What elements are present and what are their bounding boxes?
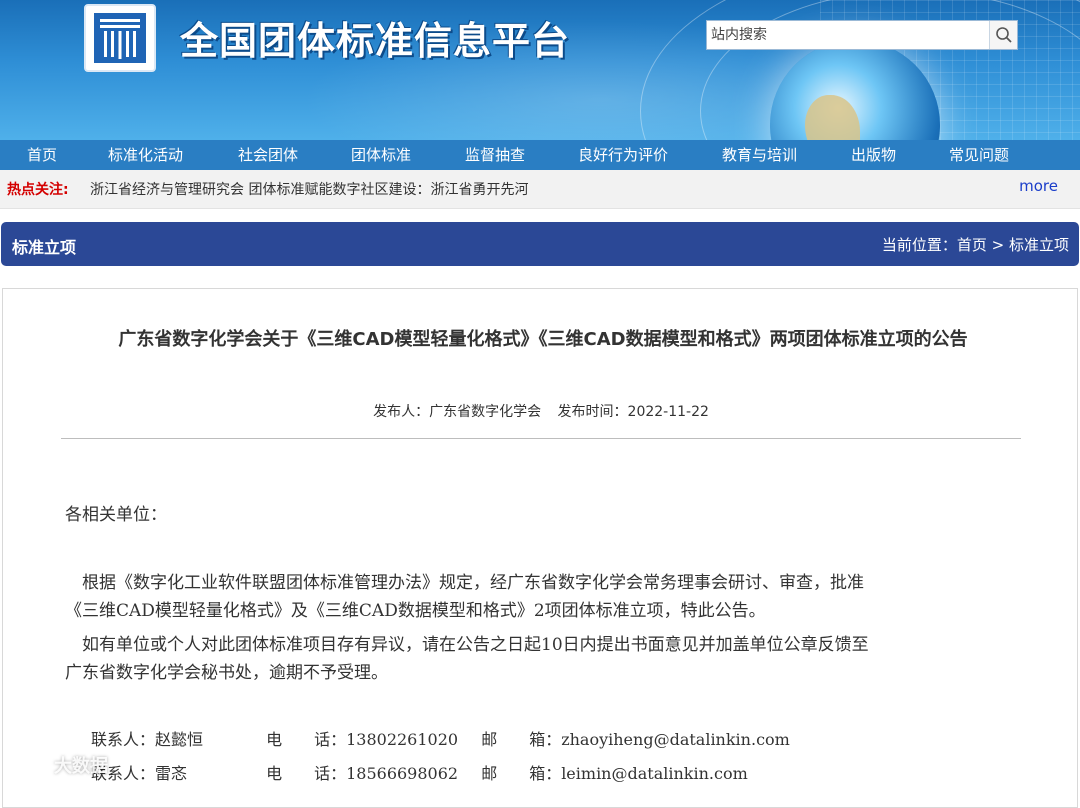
wechat-logo-icon xyxy=(10,755,46,775)
search-box xyxy=(706,20,1018,50)
main-nav: 首页 标准化活动 社会团体 团体标准 监督抽查 良好行为评价 教育与培训 出版物… xyxy=(0,140,1080,170)
hot-topic-link[interactable]: 浙江省经济与管理研究会 团体标准赋能数字社区建设：浙江省勇开先河 xyxy=(90,179,528,199)
divider xyxy=(61,438,1021,439)
search-button[interactable] xyxy=(989,21,1017,49)
contact-email[interactable]: 邮 箱：leimin@datalinkin.com xyxy=(481,760,748,784)
nav-item-organizations[interactable]: 社会团体 xyxy=(238,140,298,170)
article-panel: 广东省数字化学会关于《三维CAD模型轻量化格式》《三维CAD数据模型和格式》两项… xyxy=(2,288,1078,808)
contact-row: 联系人：赵懿恒 电 话：13802261020 邮 箱：zhaoyiheng@d… xyxy=(91,726,790,750)
nav-item-training[interactable]: 教育与培训 xyxy=(722,140,797,170)
article-date: 发布时间：2022-11-22 xyxy=(557,404,709,420)
paragraph-line: 如有单位或个人对此团体标准项目存有异议，请在公告之日起10日内提出书面意见并加盖… xyxy=(65,635,869,655)
watermark-text: 大数据 xyxy=(54,756,108,777)
nav-item-group-standards[interactable]: 团体标准 xyxy=(351,140,411,170)
site-logo[interactable] xyxy=(84,4,156,72)
nav-item-standardization[interactable]: 标准化活动 xyxy=(108,140,183,170)
contact-phone: 电 话：18566698062 xyxy=(266,764,459,783)
nav-item-faq[interactable]: 常见问题 xyxy=(949,140,1009,170)
article-publisher: 发布人：广东省数字化学会 xyxy=(373,404,542,420)
site-title: 全国团体标准信息平台 xyxy=(180,19,571,63)
contact-phone: 电 话：13802261020 xyxy=(266,730,459,749)
paragraph-line: 广东省数字化学会秘书处，逾期不予受理。 xyxy=(65,663,388,683)
contact-row: 联系人：雷忞 电 话：18566698062 邮 箱：leimin@datali… xyxy=(91,760,748,784)
nav-item-inspection[interactable]: 监督抽查 xyxy=(465,140,525,170)
watermark: 大数据 xyxy=(8,752,108,778)
logo-emblem-icon xyxy=(94,13,146,63)
paragraph-line: 《三维CAD模型轻量化格式》及《三维CAD数据模型和格式》2项团体标准立项，特此… xyxy=(65,601,766,621)
article-title: 广东省数字化学会关于《三维CAD模型轻量化格式》《三维CAD数据模型和格式》两项… xyxy=(118,329,968,350)
article-meta: 发布人：广东省数字化学会 发布时间：2022-11-22 xyxy=(3,401,1079,421)
nav-item-home[interactable]: 首页 xyxy=(27,140,57,170)
search-icon xyxy=(995,27,1012,43)
contact-name: 联系人：赵懿恒 xyxy=(91,730,204,749)
breadcrumb: 当前位置：首页 > 标准立项 xyxy=(881,236,1069,254)
section-title: 标准立项 xyxy=(12,238,77,257)
more-link[interactable]: more xyxy=(1019,177,1058,195)
paragraph-line: 根据《数字化工业软件联盟团体标准管理办法》规定，经广东省数字化学会常务理事会研讨… xyxy=(65,573,864,593)
nav-item-evaluation[interactable]: 良好行为评价 xyxy=(578,140,668,170)
hot-topics-label: 热点关注: xyxy=(7,182,69,198)
section-header: 标准立项 当前位置：首页 > 标准立项 xyxy=(1,222,1079,266)
contact-name: 联系人：雷忞 xyxy=(91,764,188,783)
nav-item-publications[interactable]: 出版物 xyxy=(851,140,896,170)
hot-topics-bar: 热点关注: 浙江省经济与管理研究会 团体标准赋能数字社区建设：浙江省勇开先河 m… xyxy=(0,170,1080,209)
site-banner: 全国团体标准信息平台 xyxy=(0,0,1080,140)
contact-email[interactable]: 邮 箱：zhaoyiheng@datalinkin.com xyxy=(481,726,790,750)
search-input[interactable] xyxy=(707,21,989,49)
greeting: 各相关单位： xyxy=(65,505,167,525)
